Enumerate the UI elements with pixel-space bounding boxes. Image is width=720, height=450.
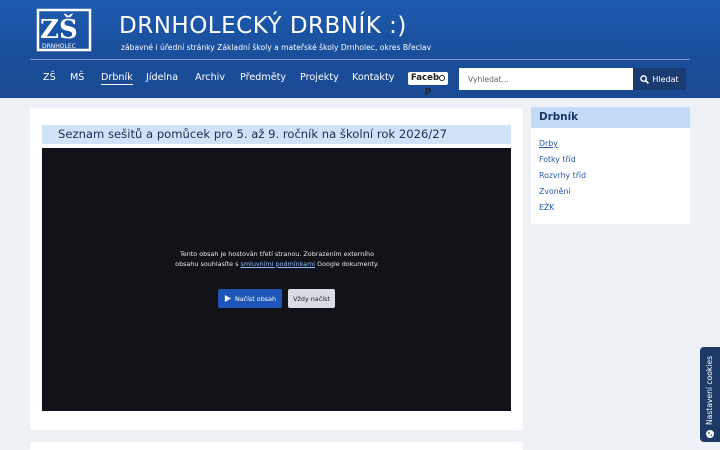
sidebar-item-fotky-trid[interactable]: Fotky tříd — [539, 155, 576, 164]
nav-item-zs[interactable]: ZŠ — [43, 72, 56, 83]
header-divider — [30, 59, 690, 60]
sidebar-item-ezk[interactable]: EŽK — [539, 203, 554, 212]
next-content-panel — [30, 442, 523, 450]
sidebar-item-zvoneni[interactable]: Zvonění — [539, 187, 571, 196]
embedded-document-placeholder — [42, 148, 511, 411]
load-content-button[interactable]: Načíst obsah — [218, 289, 282, 308]
search-button-label: Hledat — [652, 74, 679, 84]
nav-item-drbnik[interactable]: Drbník — [101, 72, 133, 85]
terms-link[interactable]: smluvními podmínkami — [240, 260, 315, 268]
sidebar-item-rozvrhy-trid[interactable]: Rozvrhy tříd — [539, 171, 586, 180]
cookie-icon — [706, 430, 714, 438]
nav-item-kontakty[interactable]: Kontakty — [352, 72, 394, 83]
sidebar-title: Drbník — [531, 107, 690, 128]
school-logo[interactable]: ZŠ DRNHOLEC — [34, 8, 94, 52]
facebook-link[interactable]: Faceb p — [408, 72, 448, 96]
sidebar-item-drby[interactable]: Drby — [539, 139, 558, 148]
nav-item-ms[interactable]: MŠ — [70, 72, 84, 83]
load-content-label: Načíst obsah — [234, 294, 277, 303]
nav-item-jidelna[interactable]: Jídelna — [146, 72, 178, 83]
nav-item-archiv[interactable]: Archiv — [195, 72, 225, 83]
third-party-notice: Tento obsah je hostován třetí stranou. Z… — [170, 250, 384, 269]
play-icon — [224, 295, 231, 302]
logo-subtext: DRNHOLEC — [42, 43, 76, 50]
site-subtitle: zábavné i úřední stránky Základní školy … — [121, 43, 432, 52]
facebook-label: Faceb — [410, 73, 440, 83]
search-icon — [640, 74, 650, 84]
facebook-label-tail: p — [424, 86, 432, 96]
facebook-o-icon — [439, 75, 446, 81]
site-title[interactable]: DRNHOLECKÝ DRBNÍK :) — [119, 13, 407, 39]
always-load-button[interactable]: Vždy načíst — [288, 289, 335, 308]
logo-letters: ZŠ — [40, 13, 78, 45]
notice-text-end: Google dokumenty. — [315, 259, 379, 268]
nav-item-projekty[interactable]: Projekty — [300, 72, 339, 83]
nav-item-predmety[interactable]: Předměty — [240, 72, 286, 83]
article-title: Seznam sešitů a pomůcek pro 5. až 9. roč… — [42, 125, 511, 144]
cookie-settings-label: Nastavení cookies — [705, 355, 714, 425]
search-button[interactable]: Hledat — [633, 68, 686, 90]
search-input[interactable] — [459, 68, 633, 90]
